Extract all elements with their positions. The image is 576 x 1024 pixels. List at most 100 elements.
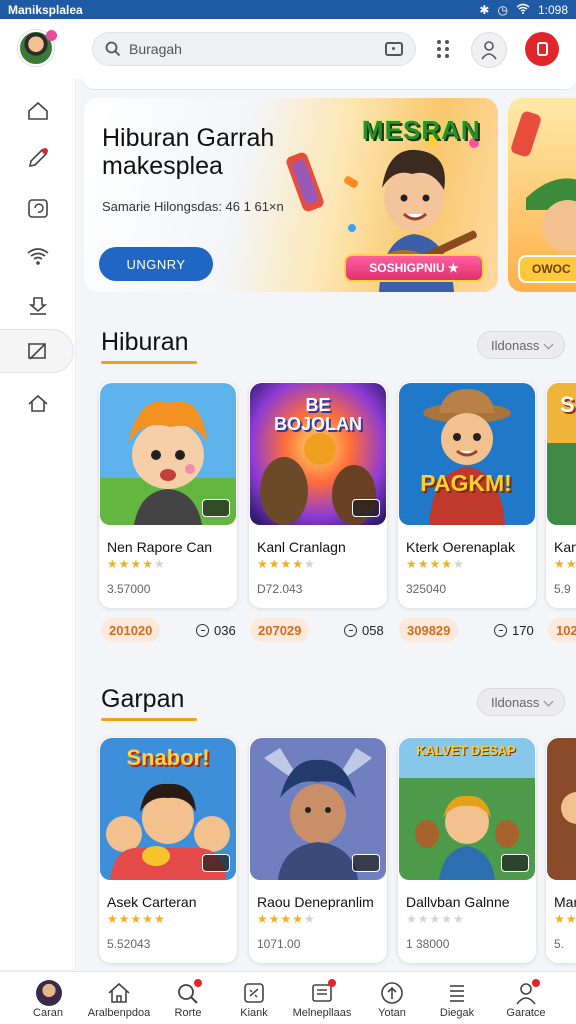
- bluetooth-icon: ✱: [479, 2, 490, 17]
- banner-cta-button[interactable]: SOSHIGPNIU ★: [344, 254, 484, 282]
- list-icon: [450, 985, 464, 1002]
- sidebar-item-home[interactable]: [0, 89, 76, 133]
- account-button[interactable]: [471, 32, 507, 68]
- game-card[interactable]: S Kan ★★ 5.9: [546, 382, 576, 608]
- search-input[interactable]: Buragah: [129, 41, 385, 57]
- game-count: 3.57000: [107, 582, 151, 596]
- star-rating: ★★★★★: [406, 557, 465, 571]
- record-icon: [536, 42, 548, 56]
- header-divider: [84, 76, 576, 90]
- house-icon: [28, 394, 48, 412]
- sidebar-item-refresh[interactable]: [0, 186, 76, 230]
- clock-icon: [344, 623, 357, 637]
- price-pill[interactable]: 201020: [101, 618, 161, 642]
- notification-dot: [532, 979, 540, 987]
- game-card[interactable]: Nen Rapore Can ★★★★★ 3.57000: [99, 382, 237, 608]
- star-rating: ★★★★★: [107, 912, 166, 926]
- card-art-title: BE BOJOLAN: [273, 395, 362, 434]
- megaphone-icon: [27, 343, 46, 360]
- scan-icon[interactable]: [385, 42, 403, 56]
- section-more-button[interactable]: Ildonass: [477, 688, 565, 716]
- featured-banner[interactable]: Hiburan Garrah makesplea Samarie Hilongs…: [84, 98, 498, 292]
- game-title: Kan: [554, 539, 576, 555]
- avatar-icon: [36, 980, 62, 1006]
- nav-label: Yotan: [378, 1007, 406, 1019]
- status-time: 1:098: [537, 2, 568, 17]
- nav-label: Aralbenpdoa: [87, 1007, 151, 1019]
- game-count: 5.9: [554, 582, 571, 596]
- next-banner-peek[interactable]: OWOC: [508, 98, 576, 292]
- sidebar-item-edit[interactable]: [0, 136, 76, 180]
- home-icon: [108, 982, 130, 1003]
- game-card[interactable]: KALVET DESAP Dallvban Galnne ★★★★★ 1 380…: [398, 737, 536, 963]
- nav-label: Caran: [33, 1007, 63, 1019]
- app-root: { "status_bar": {"title": "Maniksplalea"…: [0, 0, 576, 1024]
- star-rating: ★★: [554, 912, 576, 926]
- timer: 036: [196, 618, 236, 642]
- nav-item-games[interactable]: Kiank: [218, 972, 290, 1024]
- nav-item-list[interactable]: Diegak: [421, 972, 493, 1024]
- notification-dot: [194, 979, 202, 987]
- card-art-title: S: [560, 392, 575, 417]
- card-art-title: Snabor!: [126, 745, 210, 770]
- section-more-button[interactable]: Ildonass: [477, 331, 565, 359]
- banner-subtitle: Samarie Hilongsdas: 46 1 61×n: [102, 199, 284, 214]
- notification-dot: [328, 979, 336, 987]
- nav-item-search[interactable]: Rorte: [152, 972, 224, 1024]
- apps-grid-icon[interactable]: [437, 40, 451, 58]
- game-title: Kanl Cranlagn: [257, 539, 346, 555]
- avatar-badge: [46, 30, 57, 41]
- game-count: 1 38000: [406, 937, 450, 951]
- game-thumbnail: [547, 738, 576, 880]
- nav-item-upload[interactable]: Yotan: [356, 972, 428, 1024]
- game-title: Asek Carteran: [107, 894, 197, 910]
- game-title: Dallvban Galnne: [406, 894, 510, 910]
- search-bar[interactable]: Buragah: [92, 32, 416, 66]
- refresh-icon: [28, 199, 48, 218]
- timer-value: 058: [362, 622, 384, 638]
- status-bar: Maniksplalea ✱ ◷ 1:098: [0, 0, 576, 19]
- banner-button[interactable]: UNGNRY: [99, 247, 213, 281]
- download-icon: [28, 297, 48, 315]
- platform-badge: [352, 854, 380, 872]
- nav-item-home[interactable]: Aralbenpdoa: [83, 972, 155, 1024]
- bottom-navigation: Caran Aralbenpdoa Rorte Kiank Melnepllaa…: [0, 971, 576, 1024]
- card-art-title: KALVET DESAP: [416, 743, 516, 758]
- nav-label: Melnepllaas: [292, 1007, 352, 1019]
- nav-item-inbox[interactable]: Melnepllaas: [286, 972, 358, 1024]
- section-title-hiburan: Hiburan: [101, 328, 197, 364]
- nav-item-caran[interactable]: Caran: [12, 972, 84, 1024]
- sidebar-item-download[interactable]: [0, 283, 76, 327]
- nav-label: Diegak: [439, 1007, 475, 1019]
- game-card[interactable]: BE BOJOLAN Kanl Cranlagn ★★★★★ D72.043: [249, 382, 387, 608]
- game-thumbnail: [399, 383, 535, 525]
- platform-badge: [202, 499, 230, 517]
- banner-game-logo: MESRAN: [362, 115, 481, 145]
- sidebar-item-wifi[interactable]: [0, 234, 76, 278]
- clock-icon: [494, 623, 507, 637]
- price-pill[interactable]: 207029: [250, 618, 310, 642]
- stats-row: 201020 036 207029 058 309829 170 102: [0, 618, 576, 644]
- timer-value: 170: [512, 622, 534, 638]
- home-icon: [28, 101, 48, 120]
- gamepad-icon: [244, 983, 264, 1003]
- game-card[interactable]: Snabor! Asek Carteran ★★★★★ 5.52043: [99, 737, 237, 963]
- game-title: Kterk Oerenaplak: [406, 539, 515, 555]
- user-icon: [481, 41, 497, 60]
- price-pill[interactable]: 309829: [399, 618, 459, 642]
- game-count: 5.52043: [107, 937, 151, 951]
- star-rating: ★★: [554, 557, 576, 571]
- sidebar-item-store[interactable]: [0, 381, 76, 425]
- game-card[interactable]: Raou Denepranlim ★★★★★ 1071.00: [249, 737, 387, 963]
- wifi-icon: [516, 3, 530, 17]
- game-card[interactable]: Mar ★★ 5.: [546, 737, 576, 963]
- peek-cta-button[interactable]: OWOC: [518, 255, 576, 283]
- star-rating: ★★★★★: [257, 557, 316, 571]
- clock-icon: [196, 623, 209, 637]
- notification-button[interactable]: [525, 32, 559, 66]
- game-card[interactable]: PAGKM! Kterk Oerenaplak ★★★★★ 325040: [398, 382, 536, 608]
- nav-item-profile[interactable]: Garatce: [490, 972, 562, 1024]
- price-pill[interactable]: 102: [548, 618, 576, 642]
- nav-label: Kiank: [240, 1007, 268, 1019]
- sidebar-item-announcements[interactable]: [0, 329, 74, 373]
